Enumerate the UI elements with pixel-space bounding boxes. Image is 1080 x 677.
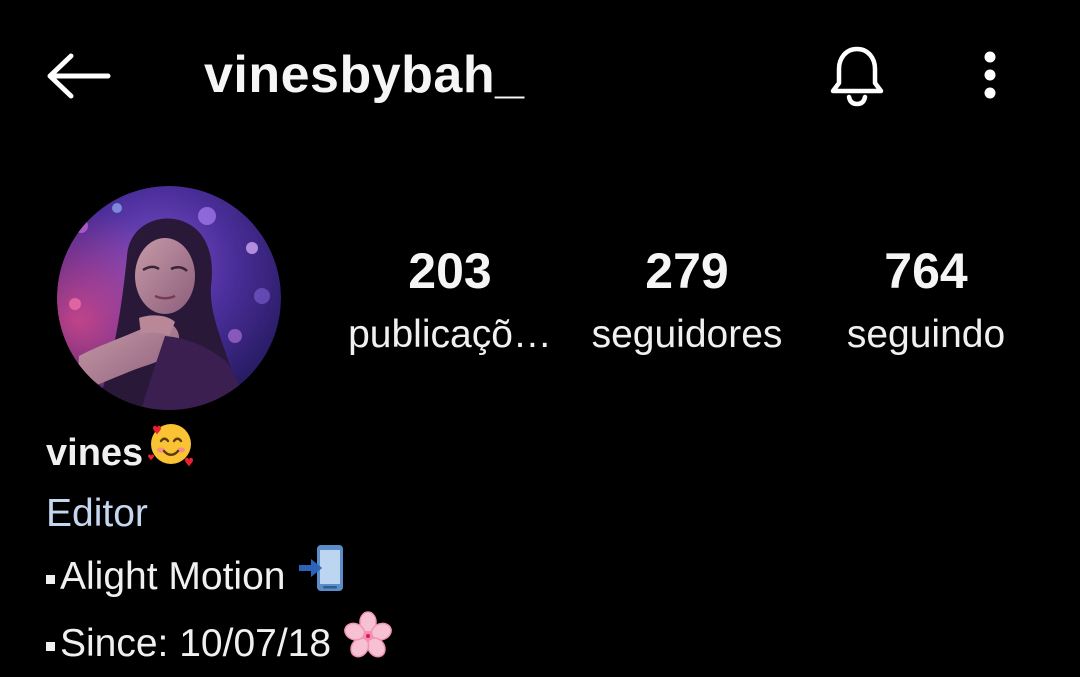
followers-count: 279 <box>645 243 729 299</box>
following-count: 764 <box>884 243 968 299</box>
profile-header: vinesbybah_ <box>0 0 1080 150</box>
bio-line-app: Alight Motion <box>46 543 946 610</box>
arrow-left-icon <box>47 53 111 99</box>
bullet-icon <box>46 575 55 584</box>
mobile-phone-with-arrow-icon <box>297 543 345 610</box>
bio-display-name: vines <box>46 431 144 474</box>
stat-following[interactable]: 764 seguindo <box>826 240 1026 360</box>
bio-line-since: Since: 10/07/18 <box>46 610 946 677</box>
bio-category: Editor <box>46 492 148 535</box>
more-vertical-icon <box>984 51 996 99</box>
more-options-button[interactable] <box>964 40 1016 110</box>
posts-label: publicaçõ… <box>348 313 552 356</box>
avatar[interactable] <box>57 186 281 410</box>
profile-stats: 203 publicaçõ… 279 seguidores 764 seguin… <box>330 240 1030 380</box>
profile-bio: vines Editor Alight Motion Since: 10/07/… <box>46 420 946 677</box>
posts-count: 203 <box>408 243 492 299</box>
bio-line-text: Since: 10/07/18 <box>60 621 332 665</box>
following-label: seguindo <box>846 313 1006 356</box>
smiling-face-with-hearts-icon <box>147 420 197 485</box>
profile-username: vinesbybah_ <box>204 46 525 104</box>
bio-line-text: Alight Motion <box>60 554 286 598</box>
bell-icon <box>830 46 884 107</box>
back-button[interactable] <box>40 44 116 108</box>
notifications-button[interactable] <box>822 40 892 110</box>
profile-photo <box>57 186 281 410</box>
bio-name-line: vines <box>46 420 946 485</box>
bullet-icon <box>46 642 55 651</box>
stat-followers[interactable]: 279 seguidores <box>576 240 798 360</box>
followers-label: seguidores <box>591 313 783 356</box>
cherry-blossom-icon <box>343 610 393 677</box>
stat-posts[interactable]: 203 publicaçõ… <box>330 240 570 360</box>
